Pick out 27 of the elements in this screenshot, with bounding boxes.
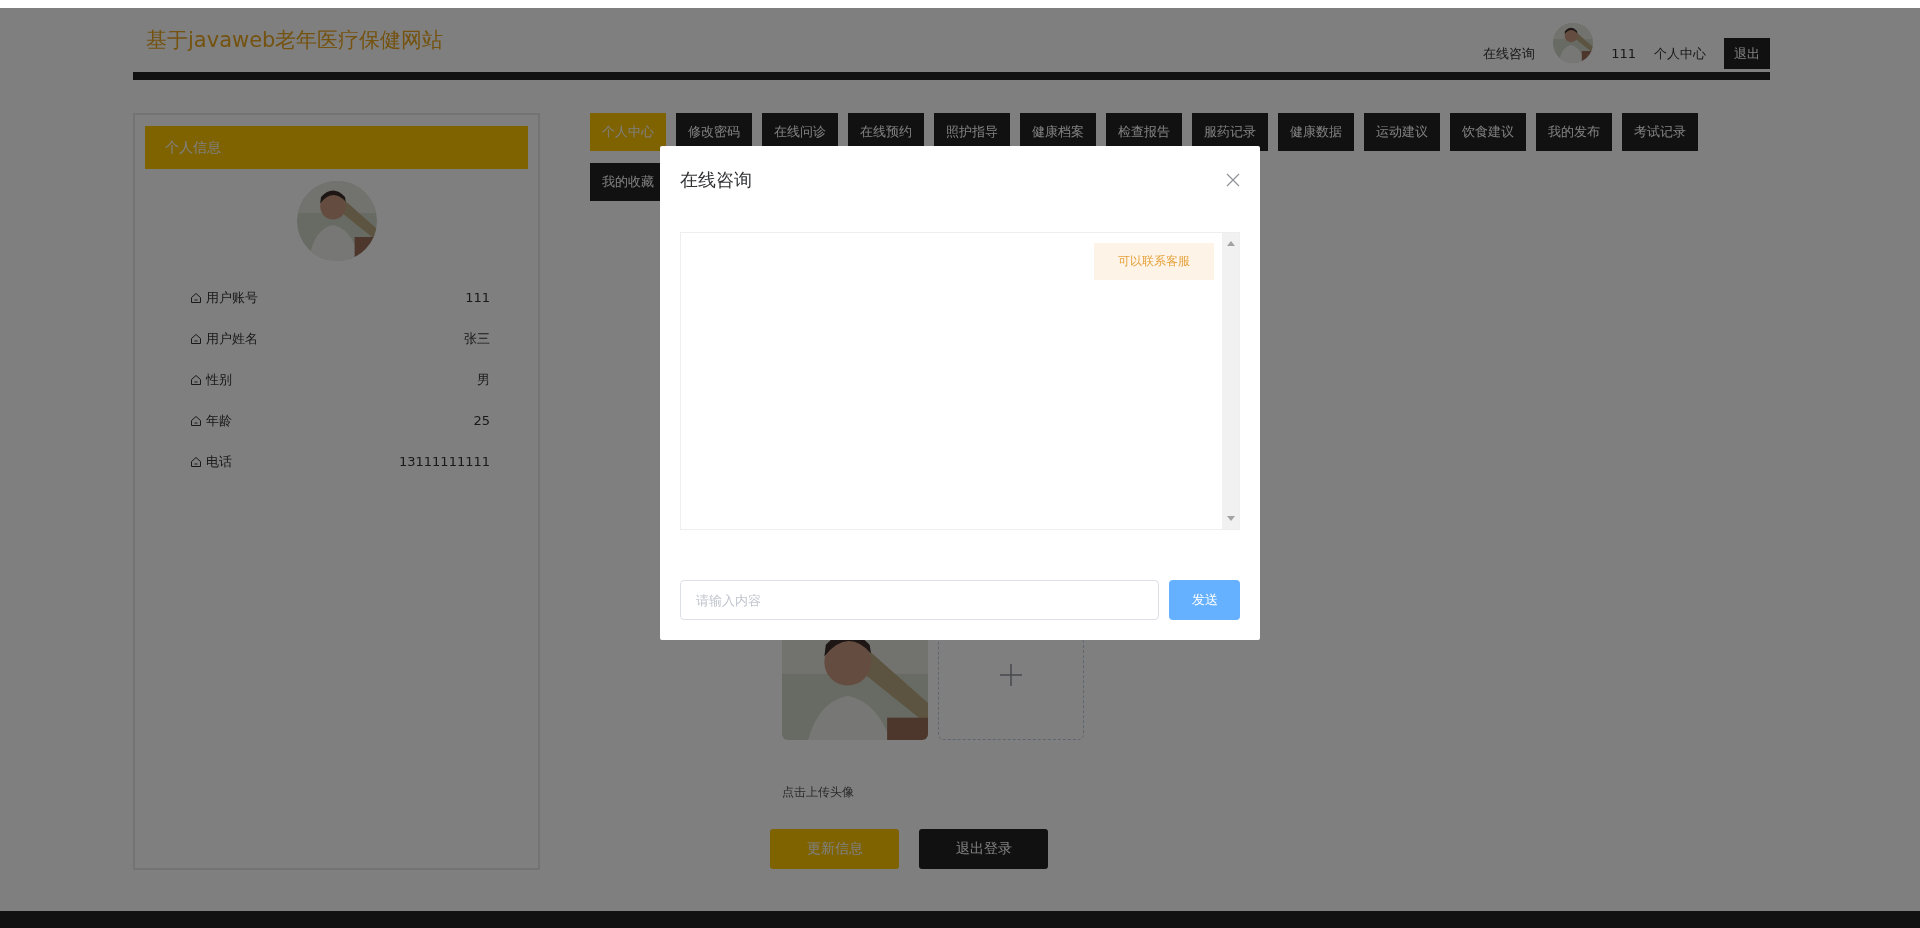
nav-tab[interactable]: 运动建议 [1364, 113, 1440, 151]
nav-tab[interactable]: 我的发布 [1536, 113, 1612, 151]
nav-tab[interactable]: 考试记录 [1622, 113, 1698, 151]
message-bubble: 可以联系客服 [1094, 243, 1214, 280]
field-label: 电话 [206, 452, 232, 471]
site-title: 基于javaweb老年医疗保健网站 [145, 27, 445, 54]
field-label: 用户姓名 [206, 329, 258, 348]
dialog-title: 在线咨询 [680, 168, 752, 192]
logout-button[interactable]: 退出 [1724, 38, 1770, 69]
field-value: 13111111111 [399, 454, 490, 469]
nav-tab[interactable]: 服药记录 [1192, 113, 1268, 151]
field-label: 性别 [206, 370, 232, 389]
field-value: 男 [477, 370, 490, 389]
profile-link[interactable]: 个人中心 [1654, 44, 1706, 63]
panel-title: 个人信息 [145, 126, 528, 169]
field-label: 用户账号 [206, 288, 258, 307]
field-label: 年龄 [206, 411, 232, 430]
nav-tab[interactable]: 健康数据 [1278, 113, 1354, 151]
consult-link[interactable]: 在线咨询 [1483, 44, 1536, 63]
upload-hint: 点击上传头像 [781, 784, 855, 801]
field-value: 111 [465, 290, 490, 305]
username: 111 [1611, 46, 1636, 61]
nav-tab[interactable]: 饮食建议 [1450, 113, 1526, 151]
logout-button[interactable]: 退出登录 [919, 829, 1048, 869]
message-input[interactable]: 请输入内容 [680, 580, 1159, 620]
field-value: 25 [473, 413, 490, 428]
field-value: 张三 [464, 329, 490, 348]
